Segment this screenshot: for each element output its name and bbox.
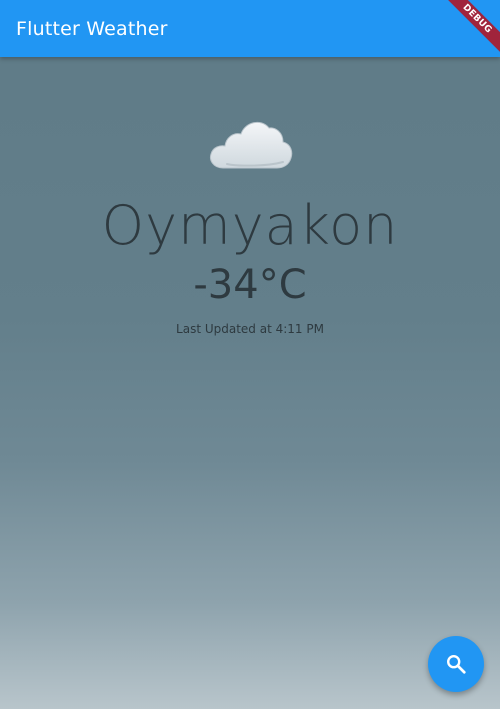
weather-screen: Flutter Weather DEBUG Oymyakon -34°C Las… <box>0 0 500 709</box>
search-button[interactable] <box>428 636 484 692</box>
app-bar: Flutter Weather <box>0 0 500 57</box>
app-title: Flutter Weather <box>16 17 168 40</box>
temperature: -34°C <box>193 262 307 308</box>
cloud-icon <box>210 121 293 169</box>
city-name: Oymyakon <box>101 194 399 257</box>
weather-content: Oymyakon -34°C Last Updated at 4:11 PM <box>0 110 500 336</box>
last-updated-text: Last Updated at 4:11 PM <box>176 322 324 336</box>
search-icon <box>447 655 466 674</box>
